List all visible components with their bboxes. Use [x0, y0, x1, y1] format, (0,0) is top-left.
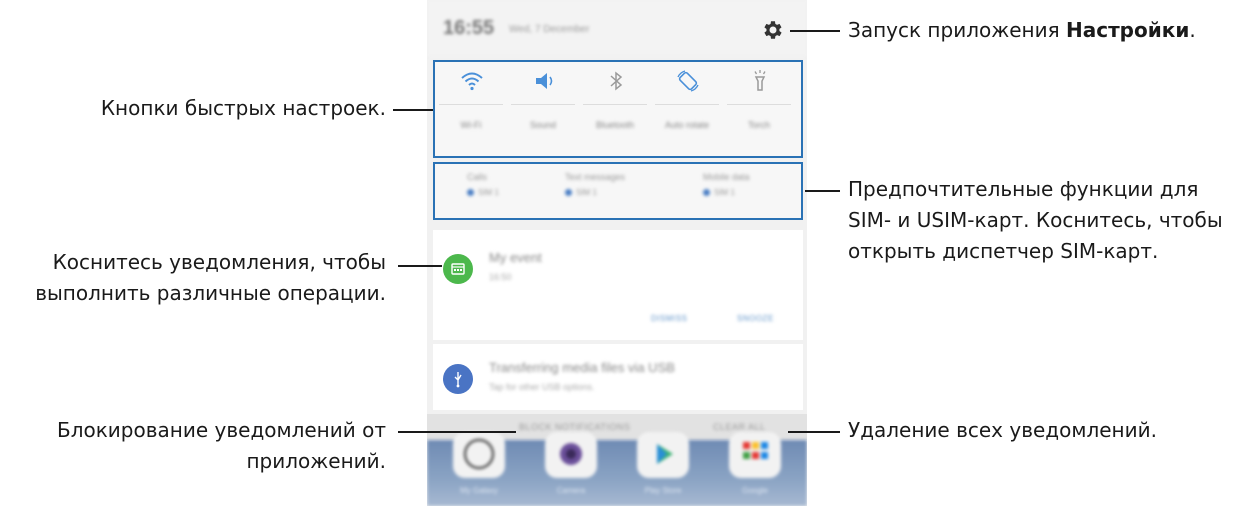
calendar-icon	[451, 263, 465, 275]
calendar-app-icon	[443, 254, 473, 284]
callout-sim-line1: Предпочтительные функции для	[848, 177, 1199, 201]
notification-card-event[interactable]: My event 16:50 DISMISS SNOOZE	[433, 230, 803, 340]
callout-settings-app-name: Настройки	[1066, 18, 1190, 42]
callout-notification: Коснитесь уведомления, чтобы выполнить р…	[35, 247, 386, 309]
torch-icon	[754, 70, 766, 91]
callout-leader-block	[398, 431, 516, 433]
quick-settings-panel: Wi-Fi Sound Bluetooth Auto rotate Torch	[433, 60, 803, 158]
camera-icon	[560, 443, 582, 465]
quick-setting-label: Torch	[747, 120, 770, 130]
notification-title: Transferring media files via USB	[489, 360, 675, 375]
callout-leader-notification	[398, 265, 442, 267]
home-app-label: Play Store	[644, 486, 682, 495]
quick-setting-sound[interactable]: Sound	[507, 62, 579, 156]
notification-title: My event	[489, 250, 542, 265]
callout-block-notifications: Блокирование уведомлений от приложений.	[57, 415, 386, 477]
usb-app-icon	[443, 364, 473, 394]
auto-rotate-icon	[677, 70, 699, 92]
clear-all-button[interactable]: CLEAR ALL	[713, 422, 766, 432]
callout-leader-sim	[805, 190, 840, 192]
home-app-my-galaxy[interactable]	[453, 432, 505, 478]
divider	[583, 104, 647, 105]
home-app-google-folder[interactable]	[729, 432, 781, 478]
notification-card-usb[interactable]: Transferring media files via USB Tap for…	[433, 344, 803, 410]
callout-leader-quick-buttons	[393, 109, 433, 111]
home-app-label: Google	[742, 486, 768, 495]
notification-time: 16:50	[489, 272, 512, 282]
quick-setting-label: Sound	[529, 120, 557, 130]
callout-quick-buttons: Кнопки быстрых настроек.	[100, 96, 386, 120]
quick-setting-wifi[interactable]: Wi-Fi	[435, 62, 507, 156]
sim-mobile-data: Mobile data SIM 1	[703, 172, 750, 197]
callout-notification-line1: Коснитесь уведомления, чтобы	[52, 250, 386, 274]
callout-settings-suffix: .	[1189, 18, 1196, 42]
sim-calls: Calls SIM 1	[467, 172, 499, 197]
callout-settings: Запуск приложения Настройки.	[848, 15, 1196, 46]
block-notifications-button[interactable]: BLOCK NOTIFICATIONS	[519, 422, 630, 432]
callout-leader-settings	[790, 30, 840, 32]
play-store-icon	[657, 444, 673, 464]
home-app-label: My Galaxy	[460, 486, 498, 495]
callout-sim-line3: открыть диспетчер SIM-карт.	[848, 239, 1159, 263]
callout-notification-line2: выполнить различные операции.	[35, 281, 386, 305]
sim-text-title: Text messages	[565, 172, 626, 182]
callout-block-line1: Блокирование уведомлений от	[56, 418, 386, 442]
divider	[511, 104, 575, 105]
google-folder-icon	[743, 442, 768, 459]
home-app-play-store[interactable]	[637, 432, 689, 478]
callout-block-line2: приложений.	[246, 449, 386, 473]
sim-calls-title: Calls	[467, 172, 488, 182]
bluetooth-icon	[610, 71, 623, 91]
home-app-camera[interactable]	[545, 432, 597, 478]
sim-card-preferences[interactable]: Calls SIM 1 Text messages SIM 1 Mobile d…	[433, 162, 803, 220]
sim-data-value: SIM 1	[714, 188, 735, 197]
sim-data-title: Mobile data	[703, 172, 750, 182]
sound-icon	[536, 73, 553, 89]
home-app-label: Camera	[556, 486, 586, 495]
status-date: Wed, 7 December	[509, 24, 590, 35]
divider	[655, 104, 719, 105]
callout-sim-line2: SIM- и USIM-карт. Коснитесь, чтобы	[848, 208, 1223, 232]
home-screen-background: My Galaxy Camera Play Store Google	[427, 432, 807, 506]
snooze-button[interactable]: SNOOZE	[737, 314, 774, 323]
usb-icon	[454, 372, 462, 388]
callout-clear-all: Удаление всех уведомлений.	[848, 418, 1157, 442]
divider	[727, 104, 791, 105]
sim-card-icon	[467, 189, 474, 196]
quick-setting-label: Bluetooth	[595, 120, 635, 130]
divider	[439, 104, 503, 105]
wifi-icon	[461, 72, 483, 91]
quick-setting-label: Wi-Fi	[460, 120, 482, 130]
callout-sim: Предпочтительные функции для SIM- и USIM…	[848, 174, 1223, 267]
callout-settings-prefix: Запуск приложения	[848, 18, 1066, 42]
quick-setting-torch[interactable]: Torch	[723, 62, 795, 156]
status-bar: 16:55 Wed, 7 December	[427, 0, 807, 56]
quick-setting-label: Auto rotate	[664, 120, 710, 130]
sim-card-icon	[565, 189, 572, 196]
sim-text-messages: Text messages SIM 1	[565, 172, 625, 197]
sim-calls-value: SIM 1	[478, 188, 499, 197]
settings-gear-icon[interactable]	[761, 18, 785, 42]
quick-setting-auto-rotate[interactable]: Auto rotate	[651, 62, 723, 156]
notification-subtitle: Tap for other USB options.	[489, 382, 595, 392]
quick-setting-bluetooth[interactable]: Bluetooth	[579, 62, 651, 156]
dismiss-button[interactable]: DISMISS	[651, 314, 687, 323]
sim-text-value: SIM 1	[576, 188, 597, 197]
status-time: 16:55	[443, 17, 495, 39]
sim-card-icon	[703, 189, 710, 196]
callout-leader-clear-all	[788, 431, 840, 433]
my-galaxy-icon	[463, 438, 495, 470]
